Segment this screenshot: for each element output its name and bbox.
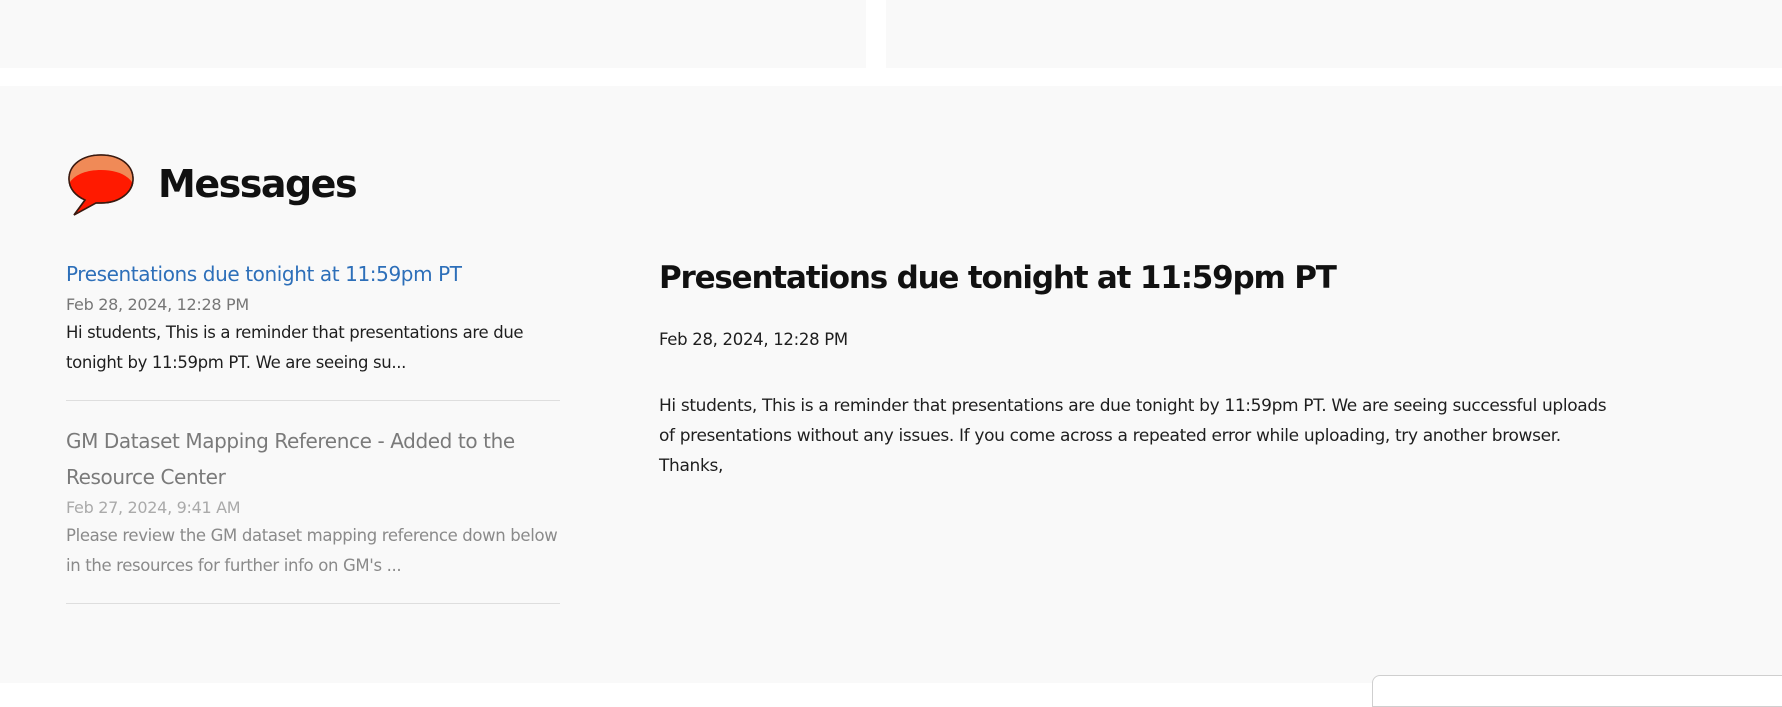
message-item-excerpt: Please review the GM dataset mapping ref…	[66, 526, 558, 575]
message-item-date: Feb 27, 2024, 9:41 AM	[66, 498, 241, 517]
section-title: Messages	[158, 162, 358, 206]
message-item-excerpt: Hi students, This is a reminder that pre…	[66, 323, 524, 372]
corner-widget[interactable]	[1372, 675, 1782, 707]
message-list-item[interactable]: GM Dataset Mapping Reference - Added to …	[66, 401, 560, 604]
message-item-title[interactable]: GM Dataset Mapping Reference - Added to …	[66, 423, 560, 495]
top-right-panel	[886, 0, 1782, 68]
messages-section: Messages Presentations due tonight at 11…	[0, 86, 1782, 683]
top-left-panel	[0, 0, 866, 68]
message-list: Presentations due tonight at 11:59pm PT …	[66, 256, 560, 604]
message-detail: Presentations due tonight at 11:59pm PT …	[659, 256, 1619, 481]
message-item-title[interactable]: Presentations due tonight at 11:59pm PT	[66, 256, 560, 292]
speech-bubble-icon	[68, 154, 134, 216]
messages-header: Messages	[66, 146, 358, 222]
detail-body: Hi students, This is a reminder that pre…	[659, 396, 1607, 476]
detail-title: Presentations due tonight at 11:59pm PT	[659, 260, 1337, 296]
message-list-item[interactable]: Presentations due tonight at 11:59pm PT …	[66, 256, 560, 401]
message-item-date: Feb 28, 2024, 12:28 PM	[66, 295, 249, 314]
detail-date: Feb 28, 2024, 12:28 PM	[659, 330, 848, 349]
